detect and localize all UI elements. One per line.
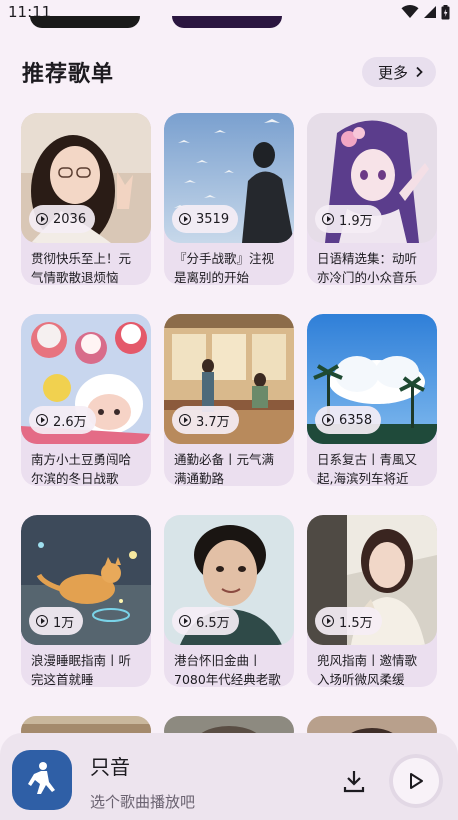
play-count-badge: 6358 — [315, 406, 382, 434]
play-button[interactable] — [389, 754, 443, 808]
play-count: 3519 — [196, 211, 230, 227]
mini-player[interactable]: 只音 选个歌曲播放吧 — [0, 733, 458, 820]
playlist-card[interactable]: 6.5万 港台怀旧金曲丨7080年代经典老歌 — [164, 515, 294, 687]
play-count: 2036 — [53, 211, 87, 227]
play-count-badge: 1万 — [29, 607, 84, 635]
playlist-card[interactable]: 1.9万 日语精选集：动听亦冷门的小众音乐 — [307, 113, 437, 285]
play-circle-icon — [179, 414, 191, 426]
play-count: 6.5万 — [196, 615, 230, 631]
wifi-icon — [401, 5, 419, 18]
playlist-card[interactable]: 1.5万 兜风指南丨邀情歌入场听微风柔缓 — [307, 515, 437, 687]
play-count: 3.7万 — [196, 414, 230, 430]
playlist-title: 浪漫睡眠指南丨听完这首就睡 — [31, 653, 132, 687]
playlist-title: 港台怀旧金曲丨7080年代经典老歌 — [174, 653, 281, 687]
play-count-badge: 6.5万 — [172, 607, 239, 635]
chevron-right-icon — [416, 66, 423, 78]
play-count: 1.5万 — [339, 615, 373, 631]
section-title: 推荐歌单 — [22, 62, 115, 87]
recommended-playlists-header: 推荐歌单 更多 — [22, 52, 436, 92]
player-album-art[interactable] — [12, 750, 72, 810]
play-count: 6358 — [339, 412, 373, 428]
playlist-title: 贯彻快乐至上！元气情歌散退烦恼 — [31, 251, 132, 285]
play-circle-icon — [36, 615, 48, 627]
playlist-title: 兜风指南丨邀情歌入场听微风柔缓 — [317, 653, 418, 687]
playlist-card[interactable]: 2036 贯彻快乐至上！元气情歌散退烦恼 — [21, 113, 151, 285]
play-count-badge: 3519 — [172, 205, 239, 233]
play-count-badge: 1.9万 — [315, 205, 382, 233]
play-circle-icon — [179, 213, 191, 225]
play-count-badge: 1.5万 — [315, 607, 382, 635]
dancer-logo-icon — [28, 762, 55, 794]
play-circle-icon — [322, 615, 334, 627]
play-count: 1万 — [53, 615, 75, 631]
status-icons — [401, 4, 450, 20]
signal-icon — [424, 6, 436, 18]
playlist-card[interactable]: 1万 浪漫睡眠指南丨听完这首就睡 — [21, 515, 151, 687]
more-button[interactable]: 更多 — [361, 57, 436, 87]
playlist-card[interactable]: 3519 『分手战歌』注视是离别的开始 — [164, 113, 294, 285]
play-count-badge: 2.6万 — [29, 406, 96, 434]
play-circle-icon — [179, 615, 191, 627]
playlist-title: 南方小土豆勇闯哈尔滨的冬日战歌 — [31, 452, 132, 486]
play-count-badge: 3.7万 — [172, 406, 239, 434]
previous-row-card-edge — [172, 16, 282, 28]
playlist-title: 日语精选集：动听亦冷门的小众音乐 — [317, 251, 418, 285]
playlist-title: 通勤必备丨元气满满通勤路 — [174, 452, 275, 486]
play-count: 1.9万 — [339, 213, 373, 229]
player-subtitle: 选个歌曲播放吧 — [90, 793, 196, 811]
play-count: 2.6万 — [53, 414, 87, 430]
more-label: 更多 — [377, 63, 408, 82]
playlist-title: 日系复古丨青風又起,海滨列车将近 — [317, 452, 418, 486]
playlist-card[interactable]: 6358 日系复古丨青風又起,海滨列车将近 — [307, 314, 437, 486]
play-count-badge: 2036 — [29, 205, 96, 233]
play-circle-icon — [322, 414, 334, 426]
playlist-card[interactable]: 2.6万 南方小土豆勇闯哈尔滨的冬日战歌 — [21, 314, 151, 486]
player-song-title: 只音 — [90, 755, 130, 779]
play-circle-icon — [36, 414, 48, 426]
play-circle-icon — [36, 213, 48, 225]
playlist-card[interactable]: 3.7万 通勤必备丨元气满满通勤路 — [164, 314, 294, 486]
previous-row-card-edge — [30, 16, 140, 28]
play-icon — [410, 773, 423, 789]
playlist-title: 『分手战歌』注视是离别的开始 — [174, 251, 275, 285]
battery-icon — [441, 4, 450, 19]
play-circle-icon — [322, 213, 334, 225]
download-icon[interactable] — [340, 767, 368, 795]
